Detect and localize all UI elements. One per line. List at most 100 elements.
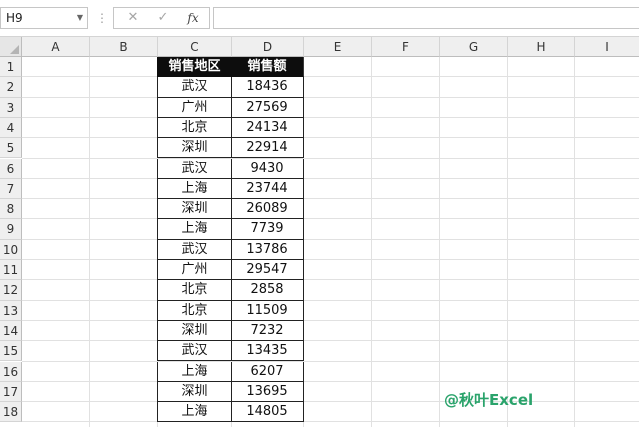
formula-bar: H9 ▼ ⋮ ✕ ✓ fx xyxy=(0,0,639,37)
region-cell[interactable]: 广州 xyxy=(157,260,232,281)
formula-input[interactable] xyxy=(213,7,639,29)
gridline-row xyxy=(22,157,639,159)
column-header-c[interactable]: C xyxy=(158,37,232,57)
gridline-row xyxy=(22,76,639,78)
gridline-row xyxy=(22,96,639,98)
sales-cell[interactable]: 7739 xyxy=(231,219,304,240)
row-header-12[interactable]: 12 xyxy=(0,280,22,301)
row-header-4[interactable]: 4 xyxy=(0,117,22,139)
region-cell[interactable]: 北京 xyxy=(157,300,232,321)
gridline-row xyxy=(22,116,639,118)
region-cell[interactable]: 深圳 xyxy=(157,199,232,220)
sales-cell[interactable]: 27569 xyxy=(231,97,304,118)
column-header-h[interactable]: H xyxy=(508,37,575,57)
region-cell[interactable]: 武汉 xyxy=(157,239,232,260)
sales-cell[interactable]: 14805 xyxy=(231,402,304,423)
spreadsheet-grid[interactable]: ABCDEFGHI 1 2 3 4 5 6 7 8 9 10 11 12 13 14 15 16 17 18 销售… xyxy=(0,37,639,427)
enter-icon[interactable]: ✓ xyxy=(150,8,176,28)
insert-function-icon[interactable]: fx xyxy=(180,8,206,28)
sales-cell[interactable]: 24134 xyxy=(231,117,304,139)
watermark: @秋叶Excel xyxy=(444,391,534,409)
sales-cell[interactable]: 22914 xyxy=(231,138,304,159)
column-header-i[interactable]: I xyxy=(575,37,639,57)
sales-cell[interactable]: 2858 xyxy=(231,280,304,301)
column-header-g[interactable]: G xyxy=(440,37,508,57)
row-header-18[interactable]: 18 xyxy=(0,402,22,423)
region-cell[interactable]: 深圳 xyxy=(157,138,232,159)
row-header-2[interactable]: 2 xyxy=(0,77,22,98)
region-cell[interactable]: 上海 xyxy=(157,219,232,240)
gridline-row xyxy=(22,380,639,382)
gridline-row xyxy=(22,279,639,281)
region-cell[interactable]: 武汉 xyxy=(157,341,232,362)
row-header-8[interactable]: 8 xyxy=(0,199,22,220)
gridline-row xyxy=(22,401,639,403)
sales-cell[interactable]: 13786 xyxy=(231,239,304,260)
formula-buttons: ✕ ✓ fx xyxy=(113,7,210,29)
gridline-row xyxy=(22,198,639,200)
column-header-a[interactable]: A xyxy=(22,37,90,57)
name-box[interactable]: H9 ▼ xyxy=(0,7,88,29)
gridline-column xyxy=(89,57,90,427)
sales-cell[interactable]: 23744 xyxy=(231,178,304,200)
sales-cell[interactable]: 13435 xyxy=(231,341,304,362)
row-header-5[interactable]: 5 xyxy=(0,138,22,159)
gridline-column xyxy=(439,57,440,427)
region-cell[interactable]: 武汉 xyxy=(157,158,232,179)
column-header-d[interactable]: D xyxy=(232,37,304,57)
gridline-row xyxy=(22,360,639,362)
gridline-row xyxy=(22,218,639,220)
row-header-1[interactable]: 1 xyxy=(0,57,22,78)
name-box-value: H9 xyxy=(6,11,23,25)
column-header-e[interactable]: E xyxy=(304,37,372,57)
row-header-7[interactable]: 7 xyxy=(0,178,22,200)
region-cell[interactable]: 北京 xyxy=(157,280,232,301)
row-header-3[interactable]: 3 xyxy=(0,97,22,118)
cancel-icon[interactable]: ✕ xyxy=(120,8,146,28)
column-header-b[interactable]: B xyxy=(90,37,158,57)
region-cell[interactable]: 深圳 xyxy=(157,381,232,403)
sales-cell[interactable]: 9430 xyxy=(231,158,304,179)
row-header-15[interactable]: 15 xyxy=(0,341,22,362)
region-cell[interactable]: 上海 xyxy=(157,402,232,423)
column-header-f[interactable]: F xyxy=(372,37,440,57)
more-options-icon[interactable]: ⋮ xyxy=(96,7,108,29)
sales-cell[interactable]: 13695 xyxy=(231,381,304,403)
sales-cell[interactable]: 7232 xyxy=(231,320,304,342)
header-cell-sales[interactable]: 销售额 xyxy=(231,57,304,78)
gridline-row xyxy=(22,319,639,321)
region-cell[interactable]: 广州 xyxy=(157,97,232,118)
gridline-column xyxy=(371,57,372,427)
gridline-row xyxy=(22,238,639,240)
gridline-row xyxy=(22,340,639,342)
row-header-10[interactable]: 10 xyxy=(0,239,22,260)
region-cell[interactable]: 上海 xyxy=(157,361,232,382)
gridline-column xyxy=(574,57,575,427)
gridline-column xyxy=(507,57,508,427)
region-cell[interactable]: 武汉 xyxy=(157,77,232,98)
row-header-6[interactable]: 6 xyxy=(0,158,22,179)
region-cell[interactable]: 深圳 xyxy=(157,320,232,342)
region-cell[interactable]: 北京 xyxy=(157,117,232,139)
select-all-corner[interactable] xyxy=(0,37,22,57)
row-header-16[interactable]: 16 xyxy=(0,361,22,382)
row-header-11[interactable]: 11 xyxy=(0,260,22,281)
gridline-row xyxy=(22,137,639,139)
gridline-row xyxy=(22,177,639,179)
select-all-triangle-icon xyxy=(10,45,19,54)
sales-cell[interactable]: 18436 xyxy=(231,77,304,98)
sales-cell[interactable]: 29547 xyxy=(231,260,304,281)
header-cell-region[interactable]: 销售地区 xyxy=(157,57,232,78)
row-header-9[interactable]: 9 xyxy=(0,219,22,240)
row-header-13[interactable]: 13 xyxy=(0,300,22,321)
region-cell[interactable]: 上海 xyxy=(157,178,232,200)
sales-cell[interactable]: 6207 xyxy=(231,361,304,382)
row-header-14[interactable]: 14 xyxy=(0,320,22,342)
gridline-row xyxy=(22,259,639,260)
sales-cell[interactable]: 26089 xyxy=(231,199,304,220)
row-header-17[interactable]: 17 xyxy=(0,381,22,403)
gridline-row xyxy=(22,299,639,301)
chevron-down-icon[interactable]: ▼ xyxy=(77,8,83,28)
gridline-row xyxy=(22,421,639,423)
sales-cell[interactable]: 11509 xyxy=(231,300,304,321)
